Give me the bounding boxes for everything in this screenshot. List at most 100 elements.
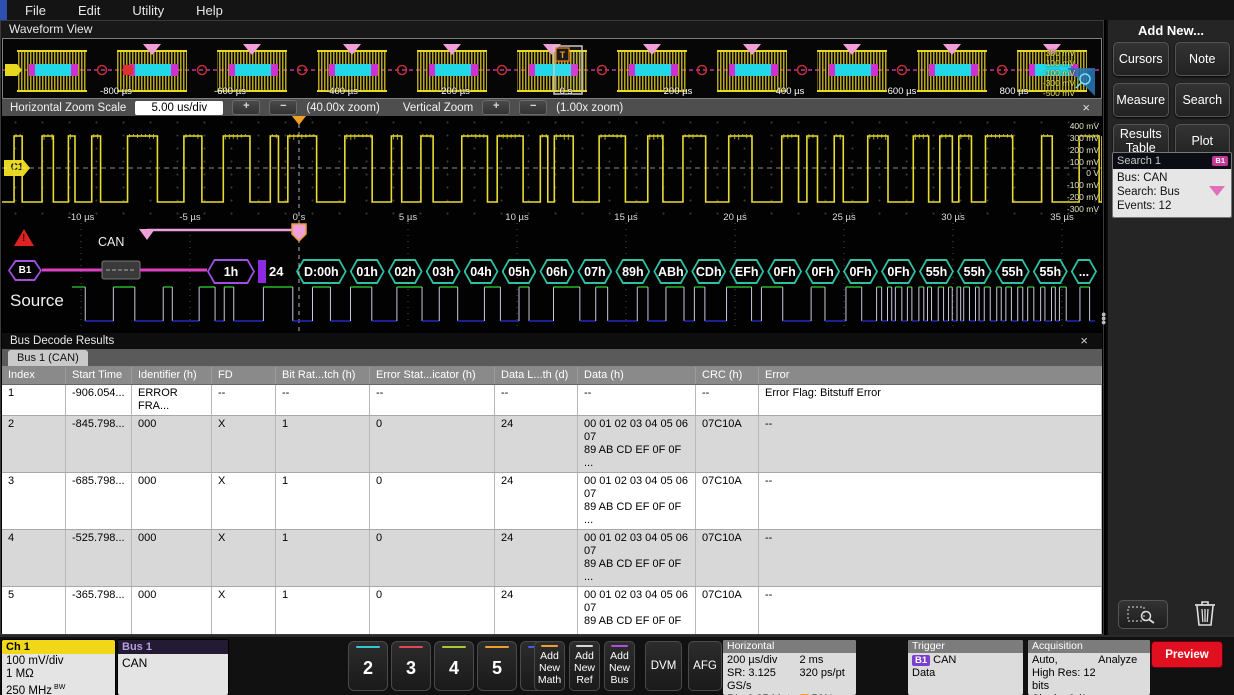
- bus-1-card[interactable]: Bus 1 CAN: [118, 640, 228, 695]
- overview-time-label: -200 µs: [438, 86, 470, 97]
- zoom-volt-label: 400 mV: [1070, 121, 1099, 131]
- cell-errstate: 0: [370, 530, 495, 586]
- horizontal-zoom-scale-input[interactable]: 5.00 us/div: [135, 101, 223, 115]
- add-new-math-button[interactable]: AddNewMath: [534, 641, 565, 691]
- add-color-line: [576, 645, 593, 647]
- search-info-line: Events: 12: [1117, 199, 1227, 213]
- cell-errstate: 0: [370, 473, 495, 529]
- overview-time-label: 600 µs: [888, 86, 917, 97]
- overview-volt-label: 100 mV: [1046, 58, 1075, 68]
- cell-data: 00 01 02 03 04 05 06 07 89 AB CD EF 0F 0…: [578, 473, 696, 529]
- cell-errstate: --: [370, 385, 495, 415]
- vertical-zoom-minus-button[interactable]: −: [519, 100, 547, 115]
- column-header: Error Stat...icator (h): [370, 367, 495, 384]
- channel-2-button[interactable]: 2: [348, 641, 388, 691]
- search-1-body: Bus: CANSearch: BusEvents: 12: [1113, 169, 1231, 217]
- vertical-zoom-plus-button[interactable]: +: [482, 100, 510, 115]
- add-search-button[interactable]: Search: [1175, 83, 1231, 117]
- search-marker-icon[interactable]: [1209, 186, 1225, 196]
- cell-id: 000: [132, 530, 212, 586]
- cell-crc: 07C10A: [696, 416, 759, 472]
- add-new-title: Add New...: [1108, 23, 1234, 38]
- channel-4-button[interactable]: 4: [434, 641, 474, 691]
- zoom-scale-bar: Horizontal Zoom Scale 5.00 us/div + − (4…: [2, 99, 1102, 116]
- channel-color-line: [356, 646, 380, 648]
- tab-bus-1-can[interactable]: Bus 1 (CAN): [8, 350, 88, 366]
- overview-volt-label: -100 mV: [1043, 68, 1075, 78]
- cell-start: -845.798...: [66, 416, 132, 472]
- table-row[interactable]: 1-906.054...ERROR FRA...------------Erro…: [2, 385, 1102, 416]
- zoom-volt-label: -100 mV: [1067, 180, 1099, 190]
- acquisition-info-value: High Res: 12 bits: [1032, 667, 1098, 693]
- acquisition-info-value: Analyze: [1098, 654, 1146, 667]
- results-table: IndexStart TimeIdentifier (h)FDBit Rat..…: [2, 367, 1102, 634]
- overview-time-label: 0 s: [560, 86, 573, 97]
- add-color-line: [541, 645, 558, 647]
- add-measure-button[interactable]: Measure: [1113, 83, 1169, 117]
- add-button-word: Add: [535, 650, 564, 662]
- cell-index: 3: [2, 473, 66, 529]
- add-button-word: Add: [570, 650, 599, 662]
- channel-1-card-title: Ch 1: [2, 640, 115, 654]
- cell-crc: 07C10A: [696, 473, 759, 529]
- acquisition-panel[interactable]: Acquisition Auto,AnalyzeHigh Res: 12 bit…: [1028, 640, 1150, 695]
- horizontal-panel[interactable]: Horizontal 200 µs/div2 msSR: 3.125 GS/s3…: [723, 640, 856, 695]
- horizontal-zoom-factor: (40.00x zoom): [306, 102, 380, 114]
- bus-decode-waveform[interactable]: ! B1 CAN Source 1h24D:00h01h02h03h04h05h…: [2, 223, 1102, 331]
- overview-volt-label: 300 mV: [1046, 48, 1075, 58]
- table-row[interactable]: 2-845.798...000X102400 01 02 03 04 05 06…: [2, 416, 1102, 473]
- preview-button[interactable]: Preview: [1152, 642, 1222, 667]
- delete-button[interactable]: [1188, 597, 1222, 629]
- cell-dlen: 24: [495, 587, 578, 634]
- cell-crc: 07C10A: [696, 587, 759, 634]
- cell-error: --: [759, 416, 1102, 472]
- acquisition-info-value: [1098, 667, 1146, 693]
- dvm-button[interactable]: DVM: [645, 641, 682, 691]
- zoom-volt-label: -300 mV: [1067, 204, 1099, 214]
- zoom-time-label: 25 µs: [832, 212, 855, 223]
- column-header: Bit Rat...tch (h): [276, 367, 370, 384]
- add-cursors-button[interactable]: Cursors: [1113, 42, 1169, 76]
- cell-dlen: 24: [495, 473, 578, 529]
- overview-time-label: 400 µs: [776, 86, 805, 97]
- add-button-word: New: [605, 662, 634, 674]
- zoom-select-button[interactable]: [1118, 600, 1168, 629]
- table-row[interactable]: 5-365.798...000X102400 01 02 03 04 05 06…: [2, 587, 1102, 634]
- cell-bitrate: 1: [276, 416, 370, 472]
- waveform-overview[interactable]: T-800 µs-600 µs-400 µs-200 µs0 s200 µs40…: [2, 38, 1102, 99]
- channel-5-button[interactable]: 5: [477, 641, 517, 691]
- table-row[interactable]: 4-525.798...000X102400 01 02 03 04 05 06…: [2, 530, 1102, 587]
- column-header: CRC (h): [696, 367, 759, 384]
- horizontal-zoom-plus-button[interactable]: +: [232, 100, 260, 115]
- overview-time-label: -600 µs: [214, 86, 246, 97]
- cell-id: 000: [132, 587, 212, 634]
- add-new-bus-button[interactable]: AddNewBus: [604, 641, 635, 691]
- search-1-card[interactable]: Search 1 B1 Bus: CANSearch: BusEvents: 1…: [1112, 152, 1232, 218]
- channel-3-button[interactable]: 3: [391, 641, 431, 691]
- cell-id: 000: [132, 416, 212, 472]
- trigger-panel[interactable]: Trigger B1CAN Data: [908, 640, 1023, 695]
- channel-color-line: [442, 646, 466, 648]
- menu-item-file[interactable]: File: [25, 3, 46, 18]
- bus-1-card-body: CAN: [118, 654, 228, 695]
- zoom-close-icon[interactable]: ×: [1082, 100, 1090, 115]
- add-new-ref-button[interactable]: AddNewRef: [569, 641, 600, 691]
- menu-item-utility[interactable]: Utility: [132, 3, 164, 18]
- zoomed-waveform-view[interactable]: C1 -10 µs-5 µs0 s5 µs10 µs15 µs20 µs25 µ…: [2, 116, 1102, 223]
- menu-item-help[interactable]: Help: [196, 3, 223, 18]
- channel-number: 4: [435, 658, 473, 679]
- results-close-icon[interactable]: ×: [1080, 333, 1088, 349]
- cell-bitrate: 1: [276, 473, 370, 529]
- add-note-button[interactable]: Note: [1175, 42, 1231, 76]
- channel-1-card[interactable]: Ch 1 100 mV/div1 MΩ250 MHzBW: [2, 640, 115, 695]
- zoom-time-label: 15 µs: [614, 212, 637, 223]
- add-button-word: New: [535, 662, 564, 674]
- cell-errstate: 0: [370, 587, 495, 634]
- channel-1-info-line: 100 mV/div: [6, 655, 111, 668]
- horizontal-zoom-minus-button[interactable]: −: [269, 100, 297, 115]
- acquisition-info-value: Auto,: [1032, 654, 1098, 667]
- afg-button[interactable]: AFG: [688, 641, 722, 691]
- table-row[interactable]: 3-685.798...000X102400 01 02 03 04 05 06…: [2, 473, 1102, 530]
- menu-item-edit[interactable]: Edit: [78, 3, 100, 18]
- vertical-zoom-label: Vertical Zoom: [403, 102, 473, 114]
